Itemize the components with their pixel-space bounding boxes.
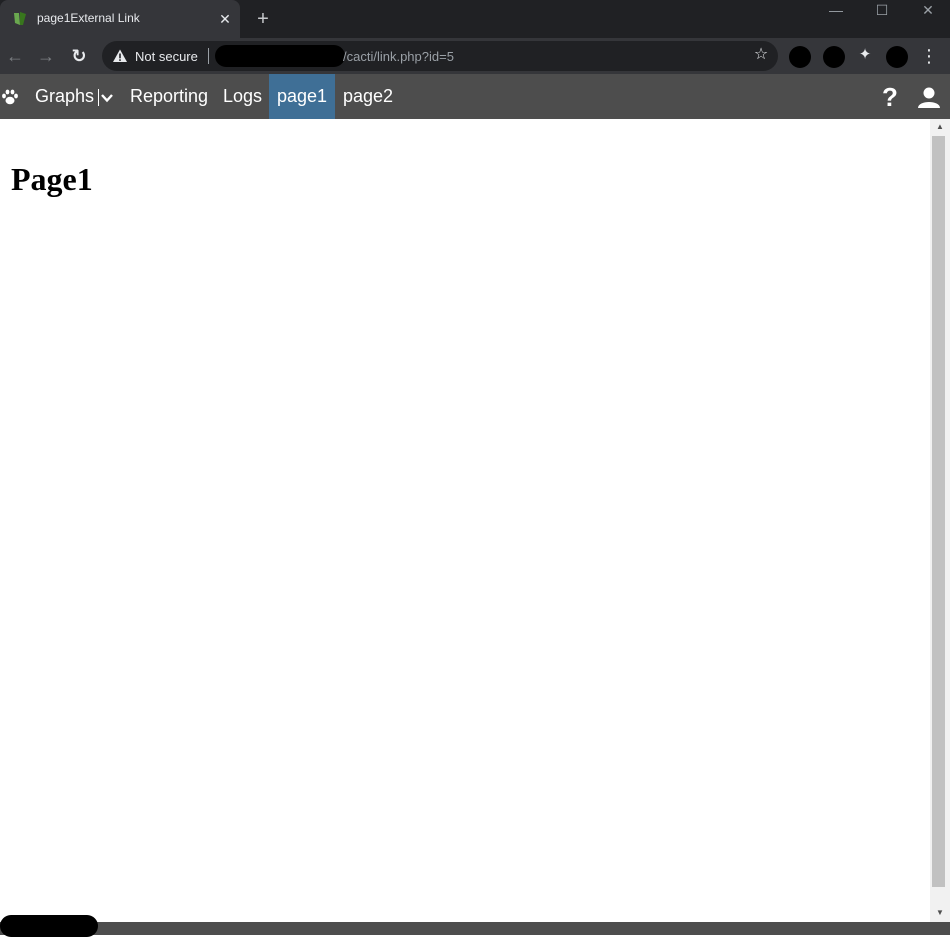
reload-icon[interactable]: ↻	[67, 44, 91, 68]
browser-menu-icon[interactable]: ⋮	[920, 45, 938, 67]
scroll-thumb[interactable]	[932, 136, 945, 887]
nav-item-page2[interactable]: page2	[343, 74, 393, 119]
nav-item-reporting[interactable]: Reporting	[130, 74, 208, 119]
cacti-nav-bar: Graphs Reporting Logs page1 page2 ?	[0, 74, 950, 119]
forward-arrow-icon[interactable]: →	[34, 44, 58, 68]
tab-close-icon[interactable]: ✕	[216, 10, 234, 28]
help-icon[interactable]: ?	[879, 84, 901, 110]
vertical-scrollbar[interactable]: ▲ ▼	[930, 119, 950, 922]
address-bar[interactable]: Not secure /cacti/link.php?id=5 ☆	[102, 41, 778, 71]
browser-toolbar: ← → ↻ Not secure /cacti/link.php?id=5 ☆ …	[0, 38, 950, 74]
page-title: Page1	[11, 161, 93, 197]
bottom-bar	[0, 922, 950, 935]
security-status-label[interactable]: Not secure	[135, 49, 198, 64]
extension-avatar-icon[interactable]	[823, 46, 845, 68]
profile-avatar-icon[interactable]	[886, 46, 908, 68]
cacti-favicon-icon	[14, 12, 26, 25]
maximize-icon[interactable]: ☐	[859, 0, 905, 22]
bookmark-star-icon[interactable]: ☆	[752, 46, 770, 64]
redacted-status	[0, 915, 98, 937]
back-arrow-icon[interactable]: ←	[3, 44, 27, 68]
window-close-icon[interactable]: ✕	[905, 0, 950, 22]
browser-title-bar: page1External Link ✕ + — ☐ ✕	[0, 0, 950, 38]
omnibox-divider	[208, 48, 209, 64]
paw-icon[interactable]	[0, 87, 20, 107]
user-icon[interactable]	[917, 85, 941, 109]
scroll-down-arrow-icon[interactable]: ▼	[930, 907, 950, 919]
nav-item-logs[interactable]: Logs	[223, 74, 262, 119]
graphs-menu-divider	[98, 89, 99, 106]
redacted-host	[215, 45, 345, 67]
chevron-down-icon[interactable]	[100, 91, 114, 105]
nav-item-graphs[interactable]: Graphs	[35, 74, 94, 119]
minimize-icon[interactable]: —	[813, 0, 859, 22]
url-path-text[interactable]: /cacti/link.php?id=5	[343, 49, 454, 64]
scroll-up-arrow-icon[interactable]: ▲	[930, 121, 950, 133]
warning-triangle-icon[interactable]	[112, 48, 128, 64]
browser-tab[interactable]: page1External Link ✕	[0, 0, 240, 38]
new-tab-button[interactable]: +	[252, 8, 274, 30]
extensions-puzzle-icon[interactable]: ✦	[856, 46, 874, 64]
main-content: Page1	[0, 119, 930, 922]
tab-title: page1External Link	[37, 11, 140, 25]
nav-item-page1[interactable]: page1	[269, 74, 336, 119]
extension-avatar-icon[interactable]	[789, 46, 811, 68]
